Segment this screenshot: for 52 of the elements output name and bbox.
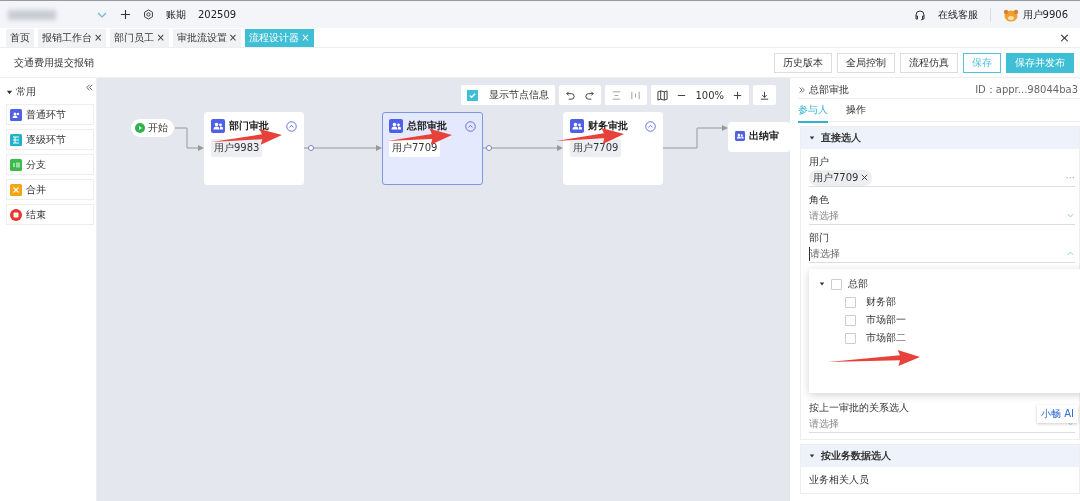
customer-service-link[interactable]: 在线客服 bbox=[937, 7, 978, 22]
document-title: 交通费用提交报销 bbox=[14, 55, 94, 70]
section-header[interactable]: 按业务数据选人 bbox=[801, 445, 1079, 467]
period-label: 账期 bbox=[166, 7, 186, 22]
page-tab[interactable]: 部门员工 × bbox=[110, 28, 169, 47]
approval-node[interactable]: 部门审批 用户9983 bbox=[204, 112, 304, 185]
user-tag: 用户7709 bbox=[570, 139, 622, 157]
field-label: 部门 bbox=[809, 231, 829, 245]
approval-node[interactable]: 总部审批 用户7709 bbox=[382, 112, 483, 185]
page-tab[interactable]: 审批流设置 × bbox=[172, 28, 242, 47]
option-label[interactable]: 市场部二 bbox=[866, 331, 906, 345]
user-tag: 用户7709 bbox=[389, 139, 441, 157]
ai-assistant-button[interactable]: 小畅 AI bbox=[1037, 405, 1078, 423]
period-value[interactable]: 202509 bbox=[198, 9, 237, 20]
toolbar-button[interactable]: 流程仿真 bbox=[900, 52, 958, 73]
palette-item[interactable]: 合并 bbox=[6, 179, 94, 200]
node-id: ID：appr...98044ba3 bbox=[975, 83, 1078, 97]
panel-tab[interactable]: 操作 bbox=[846, 97, 866, 123]
user-tag: 用户7709 bbox=[809, 169, 873, 186]
approval-node[interactable]: 财务审批 用户7709 bbox=[563, 112, 663, 185]
page-tab[interactable]: 首页 bbox=[6, 28, 34, 47]
start-node[interactable]: 开始 bbox=[131, 119, 174, 137]
select-field[interactable]: 请选择 bbox=[809, 245, 1075, 263]
node-title: 财务审批 bbox=[588, 119, 628, 133]
palette-item[interactable]: 逐级环节 bbox=[6, 129, 94, 150]
node-title: 部门审批 bbox=[229, 119, 269, 133]
user-select-field[interactable]: 用户7709 ··· bbox=[809, 169, 1075, 187]
user-tag: 用户9983 bbox=[211, 139, 263, 157]
palette-item[interactable]: 结束 bbox=[6, 204, 94, 225]
toolbar-button[interactable]: 历史版本 bbox=[774, 52, 832, 73]
toolbar-button[interactable]: 全局控制 bbox=[837, 52, 895, 73]
palette-item[interactable]: 分支 bbox=[6, 154, 94, 175]
user-name[interactable]: 用户9906 bbox=[1022, 7, 1068, 22]
option-label[interactable]: 市场部一 bbox=[866, 313, 906, 327]
page-tab[interactable]: 报销工作台 × bbox=[38, 28, 107, 47]
palette-item[interactable]: 普通环节 bbox=[6, 104, 94, 125]
field-label: 角色 bbox=[809, 193, 829, 207]
panel-title: 总部审批 bbox=[809, 83, 849, 97]
node-title: 出纳审 bbox=[749, 129, 779, 143]
option-label[interactable]: 财务部 bbox=[866, 295, 896, 309]
node-title: 总部审批 bbox=[407, 119, 447, 133]
section-header[interactable]: 直接选人 bbox=[801, 127, 1079, 149]
group-title: 常用 bbox=[16, 85, 36, 99]
select-field[interactable]: 请选择 bbox=[809, 207, 1075, 225]
field-label: 用户 bbox=[809, 155, 829, 169]
field-label: 业务相关人员 bbox=[809, 473, 869, 487]
approval-node[interactable]: 出纳审 bbox=[728, 122, 790, 152]
option-label[interactable]: 总部 bbox=[848, 277, 868, 291]
zoom-level: 100% bbox=[695, 89, 724, 101]
field-label: 按上一审批的关系选人 bbox=[809, 401, 909, 415]
show-info-checkbox[interactable]: 显示节点信息 bbox=[461, 85, 556, 105]
close-button[interactable]: × bbox=[1055, 30, 1074, 45]
